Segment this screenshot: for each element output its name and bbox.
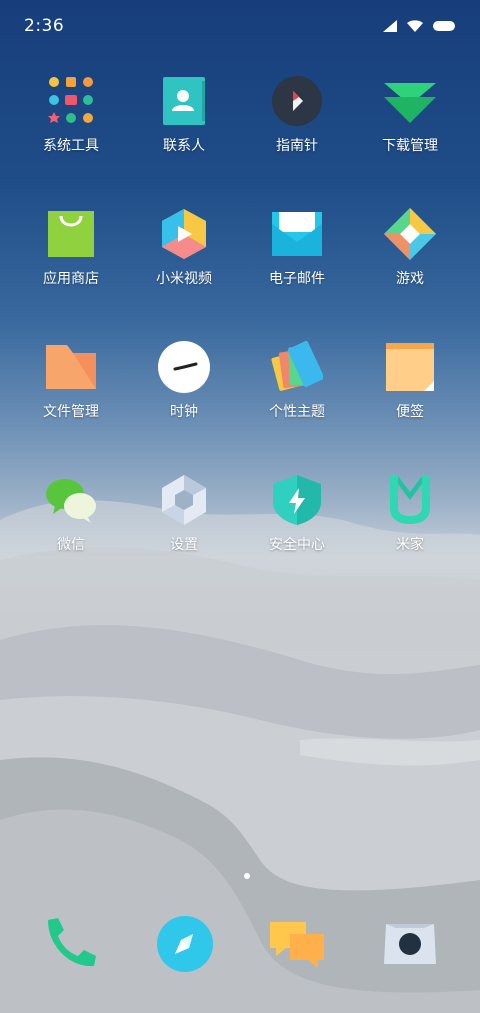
status-icons [382,17,458,35]
dock-browser[interactable] [155,914,215,974]
app-label: 文件管理 [43,404,99,420]
home-screen: 2:36 系统工具 联系人 指南针 下载管理 应用商店 小米视频 电子邮件 游戏… [0,0,480,1013]
app-label: 指南针 [276,138,318,154]
wechat-icon [45,474,97,526]
app-clock[interactable]: 时钟 [128,341,240,441]
mi-video-icon [158,208,210,260]
app-security[interactable]: 安全中心 [241,474,353,574]
dock-phone[interactable] [40,914,100,974]
app-label: 小米视频 [156,271,212,287]
app-label: 个性主题 [269,404,325,420]
wifi-icon [407,20,423,32]
app-label: 微信 [57,537,85,553]
app-label: 联系人 [163,138,205,154]
contacts-icon [158,75,210,127]
app-label: 游戏 [396,271,424,287]
app-wechat[interactable]: 微信 [15,474,127,574]
app-label: 下载管理 [382,138,438,154]
app-file-manager[interactable]: 文件管理 [15,341,127,441]
app-games[interactable]: 游戏 [354,208,466,308]
app-label: 设置 [170,537,198,553]
app-download-manager[interactable]: 下载管理 [354,75,466,175]
app-email[interactable]: 电子邮件 [241,208,353,308]
app-label: 应用商店 [43,271,99,287]
app-notes[interactable]: 便签 [354,341,466,441]
app-store-icon [45,208,97,260]
app-compass[interactable]: 指南针 [241,75,353,175]
status-time: 2:36 [24,16,65,36]
app-themes[interactable]: 个性主题 [241,341,353,441]
app-system-tools[interactable]: 系统工具 [15,75,127,175]
browser-icon [157,916,213,972]
app-mi-home[interactable]: 米家 [354,474,466,574]
notes-icon [384,341,436,393]
app-label: 便签 [396,404,424,420]
phone-icon [48,918,96,967]
app-label: 系统工具 [43,138,99,154]
games-icon [384,208,436,260]
dock-messages[interactable] [268,914,328,974]
cellular-signal-icon [383,20,397,32]
file-manager-icon [45,341,97,393]
compass-icon [271,75,323,127]
mi-home-icon [384,474,436,526]
app-contacts[interactable]: 联系人 [128,75,240,175]
app-label: 安全中心 [269,537,325,553]
clock-icon [158,341,210,393]
app-mi-video[interactable]: 小米视频 [128,208,240,308]
app-app-store[interactable]: 应用商店 [15,208,127,308]
messages-icon [270,922,324,968]
app-label: 时钟 [170,404,198,420]
email-icon [271,208,323,260]
battery-icon [433,21,455,31]
app-label: 米家 [396,537,424,553]
camera-icon [384,924,436,964]
dock-camera[interactable] [380,914,440,974]
app-label: 电子邮件 [269,271,325,287]
page-indicator-dot [244,873,250,879]
status-bar: 2:36 [0,0,480,52]
app-settings[interactable]: 设置 [128,474,240,574]
settings-icon [158,474,210,526]
system-tools-folder-icon [45,75,97,127]
security-icon [271,474,323,526]
download-manager-icon [384,75,436,127]
themes-icon [271,341,323,393]
